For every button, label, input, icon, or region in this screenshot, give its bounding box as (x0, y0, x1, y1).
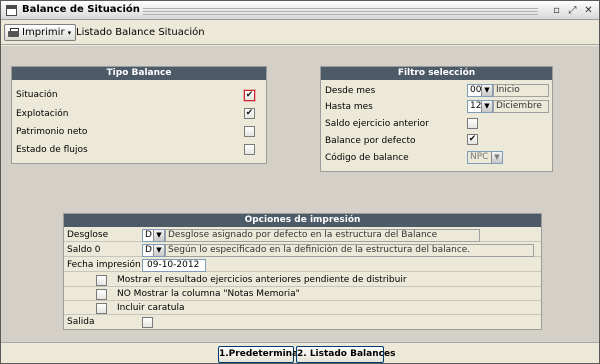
desglose-select[interactable]: D ▼ (142, 229, 165, 242)
desde-mes-desc: Inicio (493, 84, 549, 97)
estado-flujos-checkbox[interactable] (244, 144, 255, 155)
filtro-header: Filtro selección (321, 67, 552, 80)
window-icon (6, 5, 17, 16)
fecha-row: Fecha impresión 09-10-2012 (64, 258, 541, 272)
fecha-input[interactable]: 09-10-2012 (142, 259, 206, 272)
check-row-notas: NO Mostrar la columna "Notas Memoria" (64, 287, 541, 301)
filtro-panel: Filtro selección Desde mes 00 ▼ Inicio H… (320, 66, 553, 172)
fecha-label: Fecha impresión (67, 260, 141, 270)
predeterminar-button[interactable]: 1.Predeterminar (218, 346, 303, 363)
salida-label: Salida (67, 317, 95, 327)
opciones-panel: Opciones de impresión Desglose D ▼ Desgl… (63, 213, 542, 330)
caratula-label: Incluir caratula (117, 303, 185, 313)
estado-flujos-label: Estado de flujos (16, 145, 88, 155)
notas-memoria-label: NO Mostrar la columna "Notas Memoria" (117, 289, 300, 299)
chevron-down-icon[interactable]: ▼ (491, 152, 502, 163)
resultado-label: Mostrar el resultado ejercicios anterior… (117, 275, 407, 285)
caratula-checkbox[interactable] (96, 303, 107, 314)
situacion-label: Situación (16, 90, 58, 100)
patrimonio-neto-checkbox[interactable] (244, 126, 255, 137)
chevron-down-icon[interactable]: ▼ (481, 101, 492, 112)
codigo-balance-value: NPC (470, 152, 489, 162)
restore-icon[interactable]: ▫ (550, 4, 563, 17)
desglose-desc: Desglose asignado por defecto en la estr… (165, 229, 480, 242)
hasta-mes-value: 12 (470, 101, 482, 111)
explotacion-checkbox[interactable]: ✔ (244, 108, 255, 119)
tipo-balance-header: Tipo Balance (12, 67, 266, 80)
hasta-mes-desc: Diciembre (493, 100, 549, 113)
saldo0-desc: Según lo especificado en la definición d… (165, 244, 534, 257)
listado-balances-button[interactable]: 2. Listado Balances (296, 346, 395, 363)
desde-mes-value: 00 (470, 85, 482, 95)
chevron-down-icon: ▾ (67, 28, 72, 37)
saldo0-value: D (145, 245, 152, 255)
print-menu-button[interactable]: Imprimir ▾ (4, 24, 77, 41)
balance-defecto-label: Balance por defecto (325, 136, 416, 146)
patrimonio-neto-label: Patrimonio neto (16, 127, 88, 137)
saldo0-select[interactable]: D ▼ (142, 244, 165, 257)
opciones-header: Opciones de impresión (64, 214, 541, 227)
footer-bar: 1.Predeterminar 2. Listado Balances (1, 342, 599, 363)
print-label: Imprimir (22, 27, 65, 38)
check-row-caratula: Incluir caratula (64, 301, 541, 315)
salida-checkbox[interactable] (142, 317, 153, 328)
check-row-resultado: Mostrar el resultado ejercicios anterior… (64, 273, 541, 287)
chevron-down-icon[interactable]: ▼ (153, 230, 164, 241)
codigo-balance-label: Código de balance (325, 153, 409, 163)
listing-title: Listado Balance Situación (76, 27, 205, 38)
saldo0-row: Saldo 0 D ▼ Según lo especificado en la … (64, 243, 541, 257)
desde-mes-label: Desde mes (325, 86, 376, 96)
hasta-mes-label: Hasta mes (325, 102, 373, 112)
codigo-balance-select[interactable]: NPC ▼ (467, 151, 503, 164)
salida-row: Salida (64, 315, 541, 329)
window: Balance de Situación ▫ ⤢ ✕ Imprimir ▾ Li… (0, 0, 600, 364)
resultado-checkbox[interactable] (96, 275, 107, 286)
close-icon[interactable]: ✕ (582, 4, 595, 17)
explotacion-label: Explotación (16, 109, 69, 119)
saldo-ejercicio-label: Saldo ejercicio anterior (325, 119, 429, 129)
content-area: Tipo Balance Situación ✔ Explotación ✔ P… (1, 46, 599, 342)
desglose-value: D (145, 230, 152, 240)
saldo0-label: Saldo 0 (67, 245, 101, 255)
balance-defecto-checkbox[interactable]: ✔ (467, 134, 478, 145)
situacion-checkbox[interactable]: ✔ (244, 90, 255, 101)
chevron-down-icon[interactable]: ▼ (481, 85, 492, 96)
tipo-balance-panel: Tipo Balance Situación ✔ Explotación ✔ P… (11, 66, 267, 164)
notas-memoria-checkbox[interactable] (96, 289, 107, 300)
maximize-icon[interactable]: ⤢ (566, 4, 579, 17)
printer-icon (8, 28, 19, 37)
window-title: Balance de Situación (22, 4, 140, 15)
desglose-label: Desglose (67, 230, 109, 240)
saldo-ejercicio-checkbox[interactable] (467, 118, 478, 129)
desglose-row: Desglose D ▼ Desglose asignado por defec… (64, 228, 541, 242)
desde-mes-select[interactable]: 00 ▼ (467, 84, 493, 97)
hasta-mes-select[interactable]: 12 ▼ (467, 100, 493, 113)
title-grip (143, 7, 538, 15)
chevron-down-icon[interactable]: ▼ (153, 245, 164, 256)
toolbar: Imprimir ▾ Listado Balance Situación (1, 20, 599, 45)
title-bar[interactable]: Balance de Situación ▫ ⤢ ✕ (1, 1, 599, 20)
